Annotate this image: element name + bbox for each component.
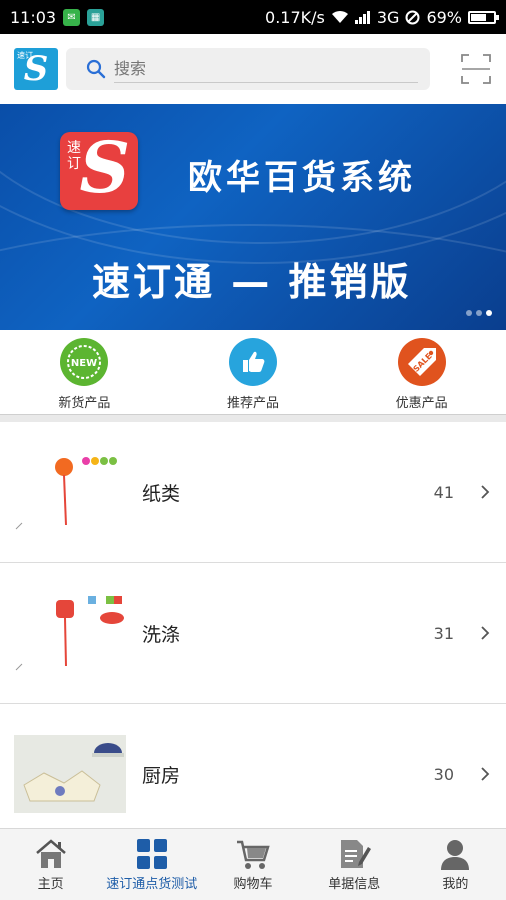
nav-label: 购物车 [233,876,273,892]
list-item[interactable]: 纸类 41 [0,422,506,563]
scan-icon[interactable] [460,53,492,85]
chevron-right-icon [481,626,490,640]
cart-icon [237,840,270,869]
product-thumbnail [14,594,126,672]
category-label: 优惠产品 [395,396,448,411]
product-thumbnail [14,453,126,531]
carousel-dot [476,310,482,316]
app-notification-icon: ▦ [87,8,105,26]
document-icon [341,839,372,868]
category-list: 纸类 41 洗涤 31 厨房 30 [0,422,506,845]
status-bar: 11:03 ✉ ▦ 0.17K/s 3G 69% [0,0,506,34]
bottom-navigation: 主页 速订通点货测试 购物车 单据信息 我的 [0,828,506,900]
section-divider [0,414,506,422]
nav-label: 主页 [37,876,64,892]
app-logo-small-text: 速订 [17,51,33,60]
do-not-disturb-icon [405,10,420,24]
promo-banner[interactable]: 速订 S 欧华百货系统 速订通 — 推销版 [0,104,506,330]
category-label: 新货产品 [58,396,111,411]
app-logo: 速订 S [14,48,58,90]
thumbs-up-icon [228,338,277,386]
nav-label: 速订通点货测试 [106,876,198,892]
top-header: 速订 S [0,34,506,104]
banner-subtitle: 速订通 — 推销版 [92,260,412,304]
search-bar[interactable] [66,48,430,90]
item-count: 31 [433,623,454,643]
home-icon [35,838,66,868]
nav-profile[interactable]: 我的 [405,829,506,900]
new-badge-text: NEW [71,358,97,369]
product-thumbnail [14,735,126,813]
chevron-right-icon [481,485,490,499]
search-input[interactable] [114,55,418,83]
sale-tag-icon: SALE [397,338,446,386]
grid-icon [136,838,167,869]
category-shortcuts: NEW 新货产品 推荐产品 SALE 优惠产品 [0,330,506,414]
user-icon [441,839,470,870]
category-new-products[interactable]: NEW 新货产品 [24,330,144,414]
nav-label: 我的 [442,876,469,892]
new-badge-icon: NEW [60,338,109,386]
carousel-dot [486,310,492,316]
category-name: 厨房 [142,764,181,787]
network-type: 3G [376,7,400,27]
wifi-icon [331,10,348,23]
carousel-dot [466,310,472,316]
category-name: 纸类 [142,482,181,505]
nav-documents[interactable]: 单据信息 [304,829,405,900]
nav-home[interactable]: 主页 [0,829,101,900]
battery-icon [468,10,499,24]
list-item[interactable]: 厨房 30 [0,704,506,845]
banner-logo: 速订 S [60,126,138,210]
search-icon [86,59,106,79]
battery-percent: 69% [426,7,462,27]
banner-title: 欧华百货系统 [188,158,416,198]
status-time: 11:03 [10,7,57,27]
item-count: 41 [433,482,454,502]
network-speed: 0.17K/s [265,7,325,27]
category-label: 推荐产品 [226,396,279,411]
signal-icon [354,10,370,24]
carousel-indicator [466,310,492,316]
nav-quick-order-test[interactable]: 速订通点货测试 [101,829,202,900]
category-discount-products[interactable]: SALE 优惠产品 [362,330,482,414]
list-item[interactable]: 洗涤 31 [0,563,506,704]
category-name: 洗涤 [142,623,181,646]
chevron-right-icon [481,767,490,781]
category-recommended-products[interactable]: 推荐产品 [193,330,313,414]
wechat-notification-icon: ✉ [63,8,81,26]
nav-label: 单据信息 [328,876,381,892]
banner-logo-letter: S [79,126,130,209]
nav-cart[interactable]: 购物车 [202,829,303,900]
item-count: 30 [433,764,454,784]
